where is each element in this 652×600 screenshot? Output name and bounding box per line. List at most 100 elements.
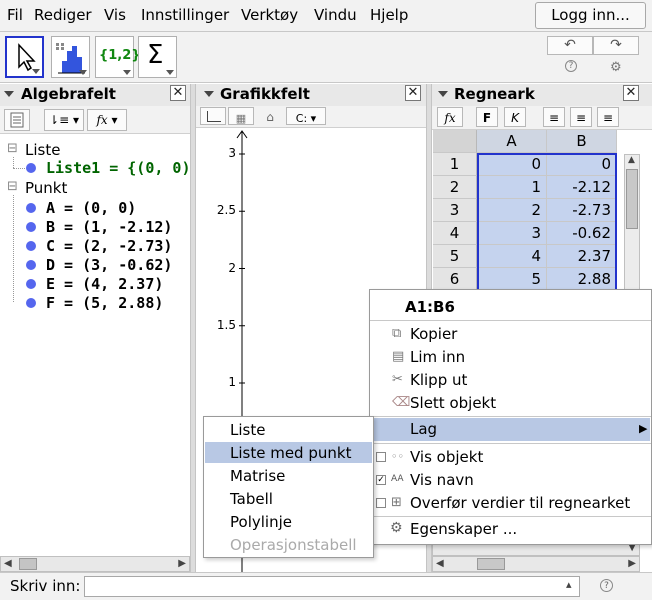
- row-header[interactable]: 1: [433, 153, 477, 176]
- menu-slett-objekt[interactable]: Slett objekt: [410, 394, 496, 412]
- collapse-triangle-icon[interactable]: [4, 91, 14, 97]
- table-cell[interactable]: -0.62: [547, 222, 617, 245]
- visibility-dot-icon[interactable]: [26, 222, 36, 232]
- align-center-icon: ≡: [575, 111, 587, 125]
- align-center-button[interactable]: ≡: [570, 107, 592, 127]
- menu-kopier[interactable]: Kopier: [410, 325, 457, 343]
- table-cell[interactable]: 1: [477, 176, 547, 199]
- table-cell[interactable]: 2.88: [547, 268, 617, 291]
- align-left-button[interactable]: ≡: [543, 107, 565, 127]
- column-header[interactable]: B: [547, 130, 617, 153]
- table-cell[interactable]: -2.73: [547, 199, 617, 222]
- submenu-liste-med-punkt[interactable]: Liste med punkt: [230, 444, 351, 462]
- visibility-dot-icon[interactable]: [26, 279, 36, 289]
- table-cell[interactable]: 2: [477, 199, 547, 222]
- sum-tool-button[interactable]: Σ: [138, 36, 177, 78]
- axes-icon: [207, 111, 221, 122]
- menu-rediger[interactable]: Rediger: [34, 6, 92, 24]
- algebra-item-d[interactable]: D = (3, -0.62): [46, 256, 172, 274]
- table-cell[interactable]: 0: [547, 153, 617, 176]
- table-cell[interactable]: 3: [477, 222, 547, 245]
- menu-overfor-verdier[interactable]: Overfør verdier til regnearket: [410, 494, 630, 512]
- submenu-tabell[interactable]: Tabell: [230, 490, 273, 508]
- folder-liste[interactable]: Liste: [25, 141, 60, 159]
- help-icon[interactable]: ?: [600, 579, 613, 592]
- row-header[interactable]: 4: [433, 222, 477, 245]
- algebra-hscrollbar[interactable]: ◀ ▶: [0, 556, 190, 572]
- menu-fil[interactable]: Fil: [7, 6, 23, 24]
- auxiliary-toggle-button[interactable]: [4, 109, 30, 131]
- menu-lim-inn[interactable]: Lim inn: [410, 348, 465, 366]
- algebra-item-b[interactable]: B = (1, -2.12): [46, 218, 172, 236]
- collapse-triangle-icon[interactable]: [204, 91, 214, 97]
- row-header[interactable]: 5: [433, 245, 477, 268]
- corner-cell[interactable]: [433, 130, 477, 153]
- menu-innstillinger[interactable]: Innstillinger: [141, 6, 229, 24]
- input-history-icon[interactable]: ▴: [566, 578, 572, 591]
- folder-punkt[interactable]: Punkt: [25, 179, 67, 197]
- table-cell[interactable]: 2.37: [547, 245, 617, 268]
- move-tool-button[interactable]: [5, 36, 44, 78]
- table-cell[interactable]: 4: [477, 245, 547, 268]
- collapse-liste-icon[interactable]: ⊟: [7, 141, 18, 156]
- algebra-item-f[interactable]: F = (5, 2.88): [46, 294, 163, 312]
- visibility-dot-icon[interactable]: [26, 260, 36, 270]
- submenu-matrise[interactable]: Matrise: [230, 467, 285, 485]
- overfor-checkbox[interactable]: [376, 498, 386, 508]
- help-icon[interactable]: ?: [565, 60, 577, 72]
- algebra-item-e[interactable]: E = (4, 2.37): [46, 275, 163, 293]
- fx-input-button[interactable]: fx: [437, 107, 463, 127]
- histogram-tool-button[interactable]: [51, 36, 90, 78]
- algebra-item-c[interactable]: C = (2, -2.73): [46, 237, 172, 255]
- submenu-polylinje[interactable]: Polylinje: [230, 513, 292, 531]
- table-cell[interactable]: -2.12: [547, 176, 617, 199]
- input-field[interactable]: [84, 576, 580, 597]
- vis-navn-checkbox[interactable]: ✓: [376, 475, 386, 485]
- menu-hjelp[interactable]: Hjelp: [370, 6, 408, 24]
- align-right-button[interactable]: ≡: [597, 107, 619, 127]
- row-header[interactable]: 3: [433, 199, 477, 222]
- menu-klipp-ut[interactable]: Klipp ut: [410, 371, 467, 389]
- italic-button[interactable]: K: [504, 107, 526, 127]
- redo-button[interactable]: ↷: [593, 36, 639, 55]
- close-graphics-icon[interactable]: ✕: [405, 85, 421, 101]
- visibility-dot-icon[interactable]: [26, 298, 36, 308]
- submenu-liste[interactable]: Liste: [230, 421, 265, 439]
- menu-vindu[interactable]: Vindu: [314, 6, 357, 24]
- menu-vis[interactable]: Vis: [104, 6, 126, 24]
- row-header[interactable]: 2: [433, 176, 477, 199]
- column-header[interactable]: A: [477, 130, 547, 153]
- point-capture-button[interactable]: C: ▾: [286, 107, 326, 125]
- menu-egenskaper[interactable]: Egenskaper ...: [410, 520, 517, 538]
- fx-button[interactable]: fx ▾: [87, 109, 127, 131]
- collapse-punkt-icon[interactable]: ⊟: [7, 179, 18, 194]
- graphics-header: Grafikkfelt: [196, 84, 426, 106]
- axes-toggle-button[interactable]: [200, 107, 226, 125]
- sort-button[interactable]: ⇂≡ ▾: [44, 109, 84, 131]
- algebra-item-liste1[interactable]: Liste1 = {(0, 0),: [46, 159, 200, 177]
- visibility-dot-icon[interactable]: [26, 241, 36, 251]
- visibility-dot-icon[interactable]: [26, 163, 36, 173]
- login-button[interactable]: Logg inn...: [535, 2, 646, 29]
- collapse-triangle-icon[interactable]: [438, 91, 448, 97]
- menu-lag[interactable]: Lag ▶: [371, 418, 650, 441]
- row-header[interactable]: 6: [433, 268, 477, 291]
- visibility-dot-icon[interactable]: [26, 203, 36, 213]
- input-label: Skriv inn:: [10, 577, 81, 595]
- list-tool-button[interactable]: {1,2}: [95, 36, 141, 78]
- bold-button[interactable]: F: [476, 107, 498, 127]
- table-cell[interactable]: 0: [477, 153, 547, 176]
- menu-vis-navn[interactable]: Vis navn: [410, 471, 474, 489]
- menu-vis-objekt[interactable]: Vis objekt: [410, 448, 483, 466]
- home-button[interactable]: ⌂: [258, 107, 282, 125]
- undo-button[interactable]: ↶: [547, 36, 593, 55]
- gear-icon[interactable]: ⚙: [610, 60, 622, 75]
- vis-objekt-checkbox[interactable]: [376, 452, 386, 462]
- algebra-item-a[interactable]: A = (0, 0): [46, 199, 136, 217]
- grid-toggle-button[interactable]: ▦: [228, 107, 254, 125]
- menu-verktoy[interactable]: Verktøy: [241, 6, 298, 24]
- spreadsheet-hscrollbar-bottom[interactable]: ◀ ▶: [432, 556, 640, 572]
- close-algebra-icon[interactable]: ✕: [170, 85, 186, 101]
- table-cell[interactable]: 5: [477, 268, 547, 291]
- close-spreadsheet-icon[interactable]: ✕: [623, 85, 639, 101]
